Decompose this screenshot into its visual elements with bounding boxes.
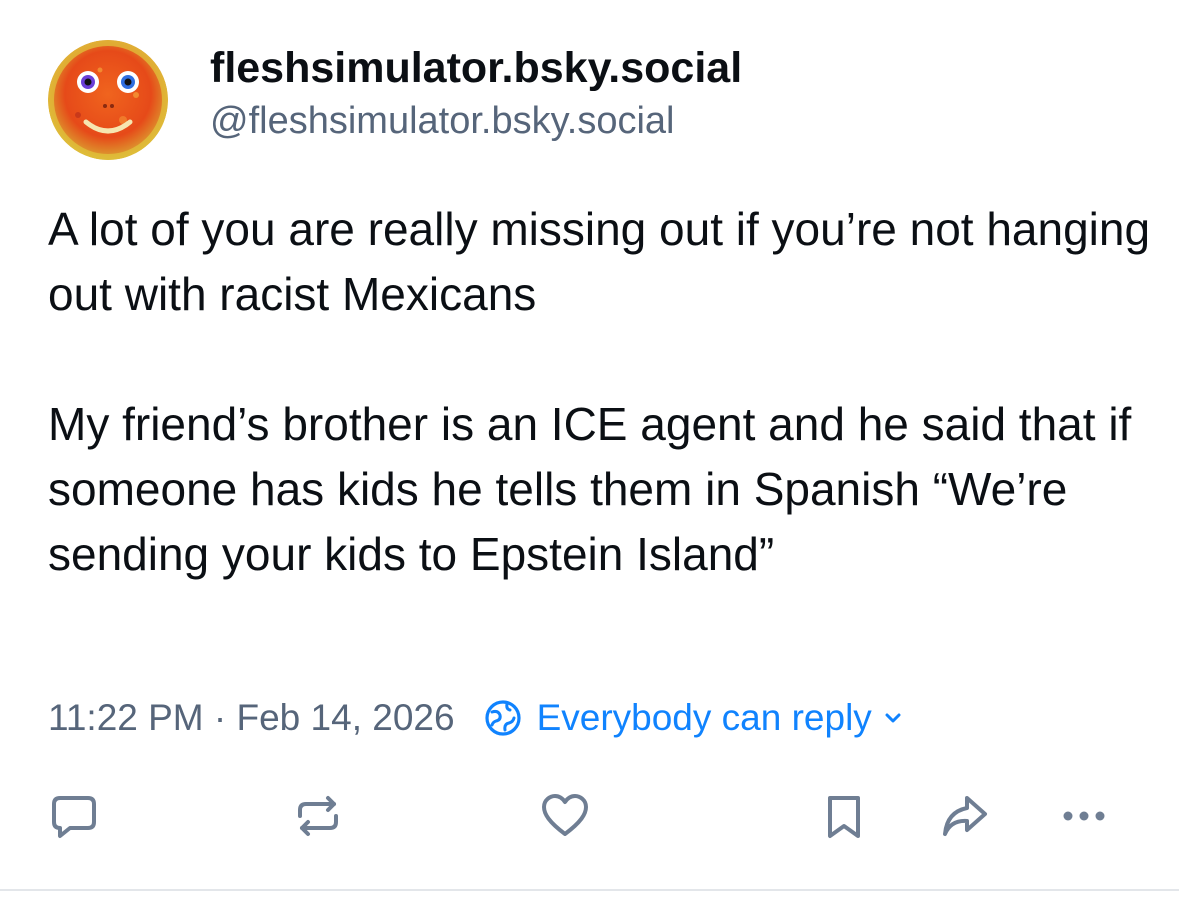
post-text: A lot of you are really missing out if y…	[48, 197, 1158, 587]
post-paragraph-1: A lot of you are really missing out if y…	[48, 203, 1151, 320]
bookmark-icon	[828, 796, 860, 838]
avatar[interactable]	[48, 40, 168, 160]
share-icon	[943, 796, 987, 836]
author-info[interactable]: fleshsimulator.bsky.social @fleshsimulat…	[210, 40, 742, 146]
heart-icon	[542, 794, 588, 836]
author-display-name[interactable]: fleshsimulator.bsky.social	[210, 40, 742, 96]
ellipsis-icon	[1063, 811, 1105, 821]
share-button[interactable]	[937, 788, 993, 844]
post-meta: 11:22 PM · Feb 14, 2026 Everybody can re…	[48, 693, 904, 743]
post-actions	[0, 788, 1179, 844]
chevron-down-icon	[885, 713, 901, 723]
reply-setting-label: Everybody can reply	[536, 697, 872, 738]
comment-icon	[52, 796, 96, 838]
more-options-button[interactable]	[1056, 788, 1112, 844]
repost-button[interactable]	[290, 788, 346, 844]
post-card: fleshsimulator.bsky.social @fleshsimulat…	[0, 0, 1179, 919]
repost-icon	[298, 796, 338, 836]
reply-setting-button[interactable]: Everybody can reply	[483, 697, 904, 739]
reply-button[interactable]	[46, 788, 102, 844]
post-timestamp: 11:22 PM · Feb 14, 2026	[48, 697, 455, 738]
bookmark-button[interactable]	[816, 788, 872, 844]
post-divider	[0, 889, 1179, 891]
author-handle[interactable]: @fleshsimulator.bsky.social	[210, 96, 742, 146]
like-button[interactable]	[537, 788, 593, 844]
globe-icon	[484, 700, 521, 736]
post-paragraph-2: My friend’s brother is an ICE agent and …	[48, 398, 1132, 580]
